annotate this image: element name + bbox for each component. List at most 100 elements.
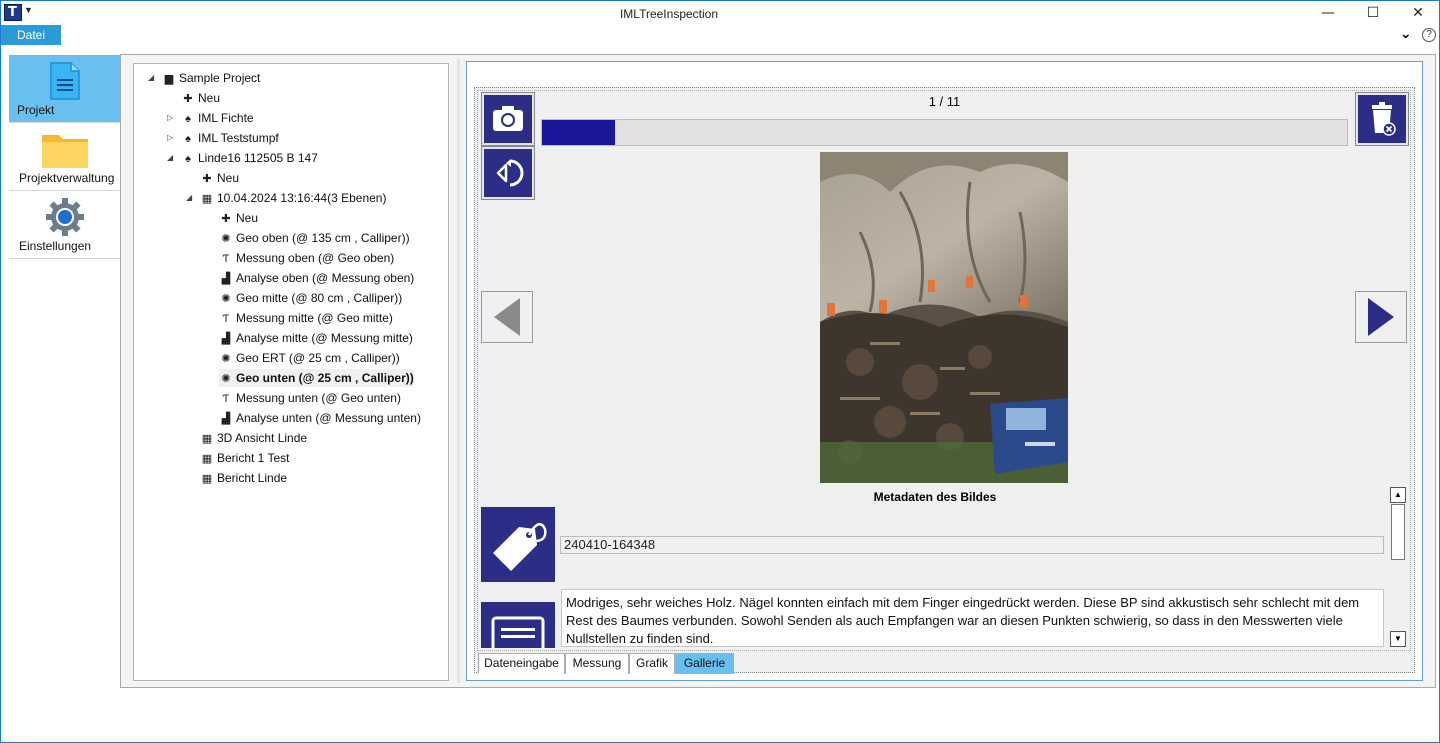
tree-item-label: Neu	[198, 91, 221, 105]
arrow-left-icon	[494, 298, 520, 336]
tree-item[interactable]: ▦ Bericht Linde	[200, 469, 287, 487]
camera-icon	[493, 106, 523, 131]
collapse-icon[interactable]: ◢	[148, 69, 154, 87]
geometry-icon: ✺	[221, 293, 231, 305]
tree-item[interactable]: ◢ ▆ Sample Project	[148, 69, 260, 87]
tag-button[interactable]	[481, 507, 555, 582]
title-bar: T ▼ IMLTreeInspection — ☐ ✕	[1, 1, 1439, 27]
menu-file[interactable]: Datei	[1, 25, 61, 45]
tree-item-label: 10.04.2024 13:16:44(3 Ebenen)	[217, 191, 387, 205]
delete-image-button[interactable]	[1355, 92, 1409, 146]
tree-item[interactable]: Ƭ Messung oben (@ Geo oben)	[219, 249, 395, 267]
tab-grafik[interactable]: Grafik	[629, 653, 675, 674]
tree-item[interactable]: ✺ Geo mitte (@ 80 cm , Calliper))	[219, 289, 402, 307]
metadata-title: Metadaten des Bildes	[873, 490, 997, 504]
chart-icon: ▟	[221, 333, 231, 345]
measure-icon: Ƭ	[222, 253, 230, 265]
plus-icon: ✚	[202, 173, 212, 185]
rotate-image-button[interactable]	[481, 146, 535, 200]
close-button[interactable]: ✕	[1395, 1, 1440, 25]
scrollbar-thumb[interactable]	[1391, 504, 1405, 560]
nav-item-projektverwaltung[interactable]: Projektverwaltung	[9, 123, 121, 191]
tree-item[interactable]: Ƭ Messung mitte (@ Geo mitte)	[219, 309, 393, 327]
tree-item-label: Messung mitte (@ Geo mitte)	[236, 311, 393, 325]
tab-gallerie[interactable]: Gallerie	[675, 653, 734, 674]
gallery-progress-bar	[541, 119, 1348, 146]
tree-item[interactable]: ◢ ♠ Linde16 112505 B 147	[167, 149, 318, 167]
arrow-right-icon	[1368, 298, 1394, 336]
geometry-icon: ✺	[221, 233, 231, 245]
image-description-field[interactable]: Modriges, sehr weiches Holz. Nägel konnt…	[561, 589, 1384, 647]
tree-item[interactable]: ✚ Neu	[181, 89, 220, 107]
tree-item[interactable]: ▟ Analyse oben (@ Messung oben)	[219, 269, 415, 287]
take-photo-button[interactable]	[481, 92, 535, 146]
nav-item-einstellungen[interactable]: Einstellungen	[9, 191, 121, 259]
document-icon	[50, 62, 80, 100]
chart-icon: ▟	[221, 413, 231, 425]
tree-item[interactable]: ✺ Geo oben (@ 135 cm , Calliper))	[219, 229, 410, 247]
tag-icon	[493, 522, 547, 571]
tab-dateneingabe[interactable]: Dateneingabe	[478, 653, 565, 674]
app-window: T ▼ IMLTreeInspection — ☐ ✕ Datei ⌄ ? Pr…	[0, 0, 1440, 743]
tree-item-label: IML Fichte	[198, 111, 254, 125]
metadata-scrollbar[interactable]: ▲ ▼	[1390, 487, 1406, 647]
tree-icon: ♠	[185, 113, 191, 125]
tree-item-label: Geo ERT (@ 25 cm , Calliper))	[236, 351, 400, 365]
tree-item-label: IML Teststumpf	[198, 131, 279, 145]
main-nav: Projekt Projektverwaltung Einstellungen	[9, 55, 121, 261]
tree-item[interactable]: ▦ 3D Ansicht Linde	[200, 429, 307, 447]
tree-icon: ♠	[185, 133, 191, 145]
maximize-button[interactable]: ☐	[1350, 1, 1396, 25]
plus-icon: ✚	[221, 213, 231, 225]
nav-label: Projektverwaltung	[19, 171, 115, 185]
tree-item[interactable]: ▟ Analyse mitte (@ Messung mitte)	[219, 329, 413, 347]
tree-item[interactable]: ✺ Geo ERT (@ 25 cm , Calliper))	[219, 349, 400, 367]
panel-splitter[interactable]	[457, 59, 460, 683]
folder-icon	[42, 135, 88, 168]
tree-item[interactable]: ▦ Bericht 1 Test	[200, 449, 290, 467]
notes-icon	[491, 616, 545, 648]
tree-item-label: Geo oben (@ 135 cm , Calliper))	[236, 231, 410, 245]
tab-messung[interactable]: Messung	[565, 653, 629, 674]
grid-icon: ▦	[201, 193, 213, 205]
minimize-button[interactable]: —	[1305, 1, 1351, 25]
collapse-icon[interactable]: ◢	[167, 149, 173, 167]
image-name-field[interactable]: 240410-164348	[560, 536, 1384, 554]
tree-item[interactable]: ✺ Geo unten (@ 25 cm , Calliper))	[219, 369, 414, 387]
nav-item-projekt[interactable]: Projekt	[9, 55, 121, 123]
scroll-down-icon[interactable]: ▼	[1390, 631, 1406, 647]
tree-item-label: Analyse mitte (@ Messung mitte)	[236, 331, 413, 345]
progress-fill	[542, 120, 616, 145]
tree-item-label: Neu	[236, 211, 259, 225]
tree-item-label: Geo mitte (@ 80 cm , Calliper))	[236, 291, 403, 305]
tree-item-label: Neu	[217, 171, 240, 185]
collapse-ribbon-icon[interactable]: ⌄	[1400, 26, 1412, 42]
gear-icon	[46, 198, 84, 236]
tree-photo-image	[820, 152, 1068, 483]
image-counter: 1 / 11	[928, 94, 961, 109]
tree-item[interactable]: ✚ Neu	[219, 209, 258, 227]
measure-icon: Ƭ	[222, 313, 230, 325]
description-button[interactable]	[481, 602, 555, 648]
tree-item-label: Messung unten (@ Geo unten)	[236, 391, 401, 405]
tree-item[interactable]: ◢ ▦ 10.04.2024 13:16:44(3 Ebenen)	[186, 189, 387, 207]
previous-image-button[interactable]	[481, 291, 533, 343]
help-icon[interactable]: ?	[1422, 28, 1436, 42]
expand-icon[interactable]: ▷	[167, 129, 173, 147]
next-image-button[interactable]	[1355, 291, 1407, 343]
trash-icon	[1372, 102, 1396, 136]
collapse-icon[interactable]: ◢	[186, 189, 192, 207]
tree-item[interactable]: ▟ Analyse unten (@ Messung unten)	[219, 409, 421, 427]
tree-item-label: Bericht 1 Test	[217, 451, 290, 465]
project-tree[interactable]: ◢ ▆ Sample Project ✚ Neu ▷ ♠ IML Fichte ▷ ♠ IML Te…	[133, 63, 449, 681]
tree-item-label: Analyse unten (@ Messung unten)	[236, 411, 421, 425]
measure-icon: Ƭ	[222, 393, 230, 405]
tree-item[interactable]: Ƭ Messung unten (@ Geo unten)	[219, 389, 401, 407]
tree-item[interactable]: ▷ ♠ IML Fichte	[167, 109, 254, 127]
tree-item[interactable]: ▷ ♠ IML Teststumpf	[167, 129, 279, 147]
window-title: IMLTreeInspection	[619, 7, 719, 21]
scroll-up-icon[interactable]: ▲	[1390, 487, 1406, 503]
plus-icon: ✚	[183, 93, 193, 105]
tree-item[interactable]: ✚ Neu	[200, 169, 239, 187]
expand-icon[interactable]: ▷	[167, 109, 173, 127]
